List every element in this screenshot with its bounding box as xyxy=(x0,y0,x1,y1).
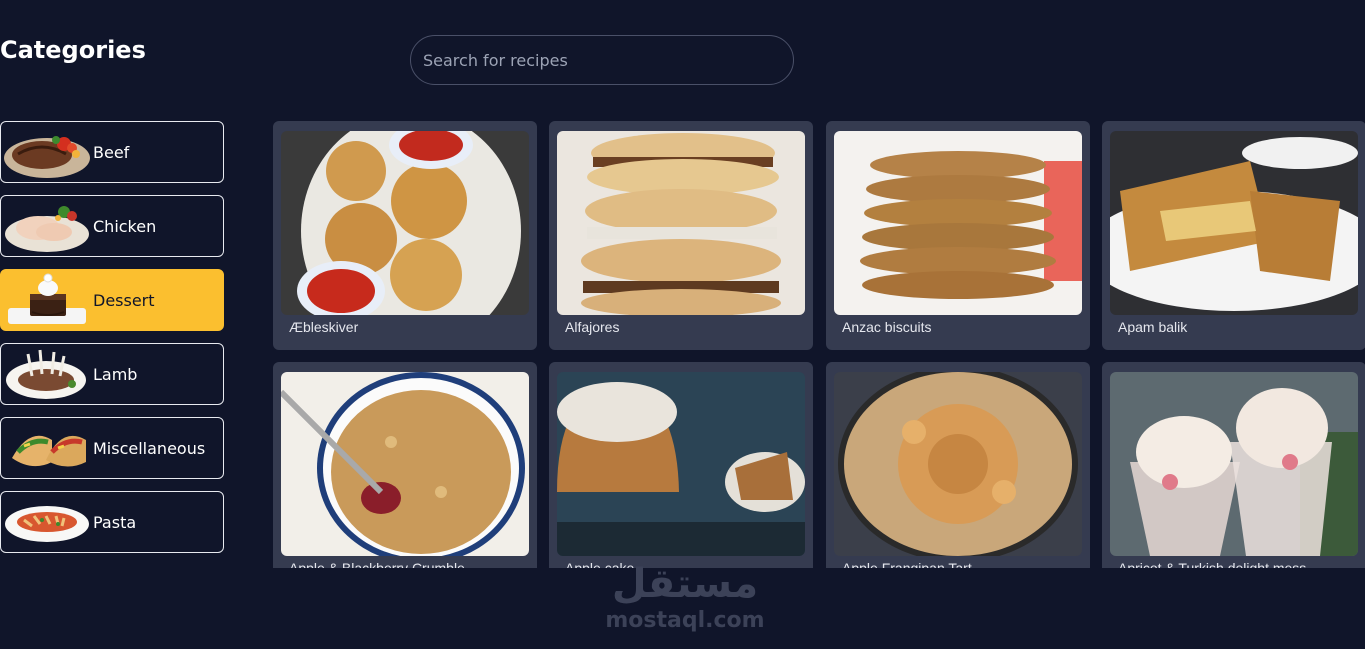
recipe-card[interactable]: Apple cake xyxy=(549,362,813,568)
beef-icon xyxy=(1,123,93,181)
watermark-logo: مستقل mostaql.com xyxy=(600,560,770,633)
recipe-card[interactable]: Apple Frangipan Tart xyxy=(826,362,1090,568)
category-label: Beef xyxy=(93,142,130,162)
category-beef[interactable]: Beef xyxy=(0,121,224,183)
watermark-arabic: مستقل xyxy=(611,561,759,607)
pasta-icon xyxy=(1,493,93,551)
recipe-name: Apricot & Turkish delight mess xyxy=(1118,560,1307,568)
recipe-image xyxy=(557,131,805,315)
category-chicken[interactable]: Chicken xyxy=(0,195,224,257)
recipe-name: Apple & Blackberry Crumble xyxy=(289,560,465,568)
recipe-image xyxy=(1110,372,1358,556)
category-label: Lamb xyxy=(93,364,138,384)
search-input[interactable] xyxy=(410,35,794,85)
categories-title: Categories xyxy=(0,36,146,64)
recipe-card[interactable]: Apple & Blackberry Crumble xyxy=(273,362,537,568)
category-label: Dessert xyxy=(93,290,155,310)
recipe-image xyxy=(834,372,1082,556)
category-dessert[interactable]: Dessert xyxy=(0,269,224,331)
recipe-name: Æbleskiver xyxy=(289,319,359,335)
recipe-name: Apple Frangipan Tart xyxy=(842,560,972,568)
category-label: Pasta xyxy=(93,512,137,532)
recipe-card[interactable]: Anzac biscuits xyxy=(826,121,1090,350)
tacos-icon xyxy=(1,419,93,477)
recipe-image xyxy=(557,372,805,556)
chicken-icon xyxy=(1,197,93,255)
recipe-name: Apam balik xyxy=(1118,319,1188,335)
category-label: Chicken xyxy=(93,216,157,236)
category-list: Beef Chicken Dessert Lamb Miscellaneous … xyxy=(0,121,224,565)
recipe-grid: Æbleskiver Alfajores Anzac biscuits Apam… xyxy=(273,121,1365,568)
recipe-name: Anzac biscuits xyxy=(842,319,932,335)
recipe-card[interactable]: Apricot & Turkish delight mess xyxy=(1102,362,1365,568)
dessert-icon xyxy=(1,271,93,329)
recipe-image xyxy=(281,131,529,315)
recipe-image xyxy=(281,372,529,556)
category-lamb[interactable]: Lamb xyxy=(0,343,224,405)
category-label: Miscellaneous xyxy=(93,438,206,458)
recipe-name: Alfajores xyxy=(565,319,620,335)
recipe-card[interactable]: Apam balik xyxy=(1102,121,1365,350)
recipe-image xyxy=(834,131,1082,315)
watermark-domain: mostaql.com xyxy=(605,608,765,633)
recipe-card[interactable]: Alfajores xyxy=(549,121,813,350)
lamb-icon xyxy=(1,345,93,403)
recipe-card[interactable]: Æbleskiver xyxy=(273,121,537,350)
category-miscellaneous[interactable]: Miscellaneous xyxy=(0,417,224,479)
recipe-image xyxy=(1110,131,1358,315)
category-pasta[interactable]: Pasta xyxy=(0,491,224,553)
